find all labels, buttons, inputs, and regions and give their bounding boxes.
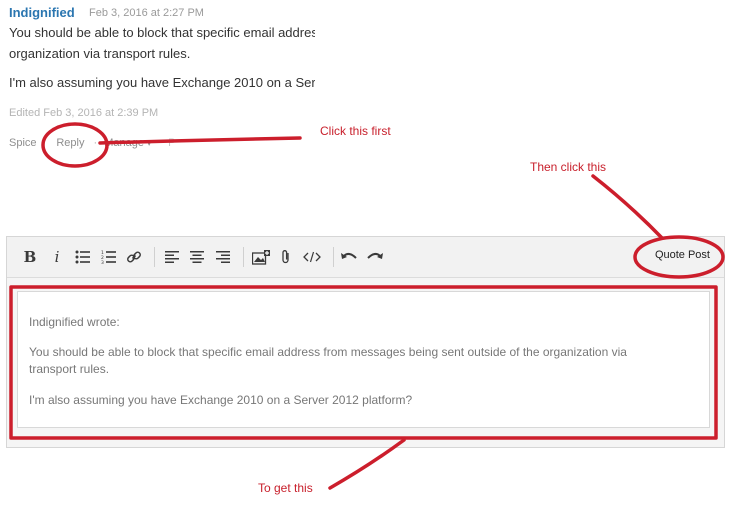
annotation-overlay <box>9 122 725 490</box>
click-first-arrow-line <box>98 136 302 145</box>
to-get-arrow-line <box>328 438 406 490</box>
content-highlight-box <box>9 285 718 440</box>
quote-post-highlight-circle <box>633 235 725 279</box>
then-click-arrow-line <box>591 174 664 240</box>
reply-highlight-circle <box>41 122 109 168</box>
